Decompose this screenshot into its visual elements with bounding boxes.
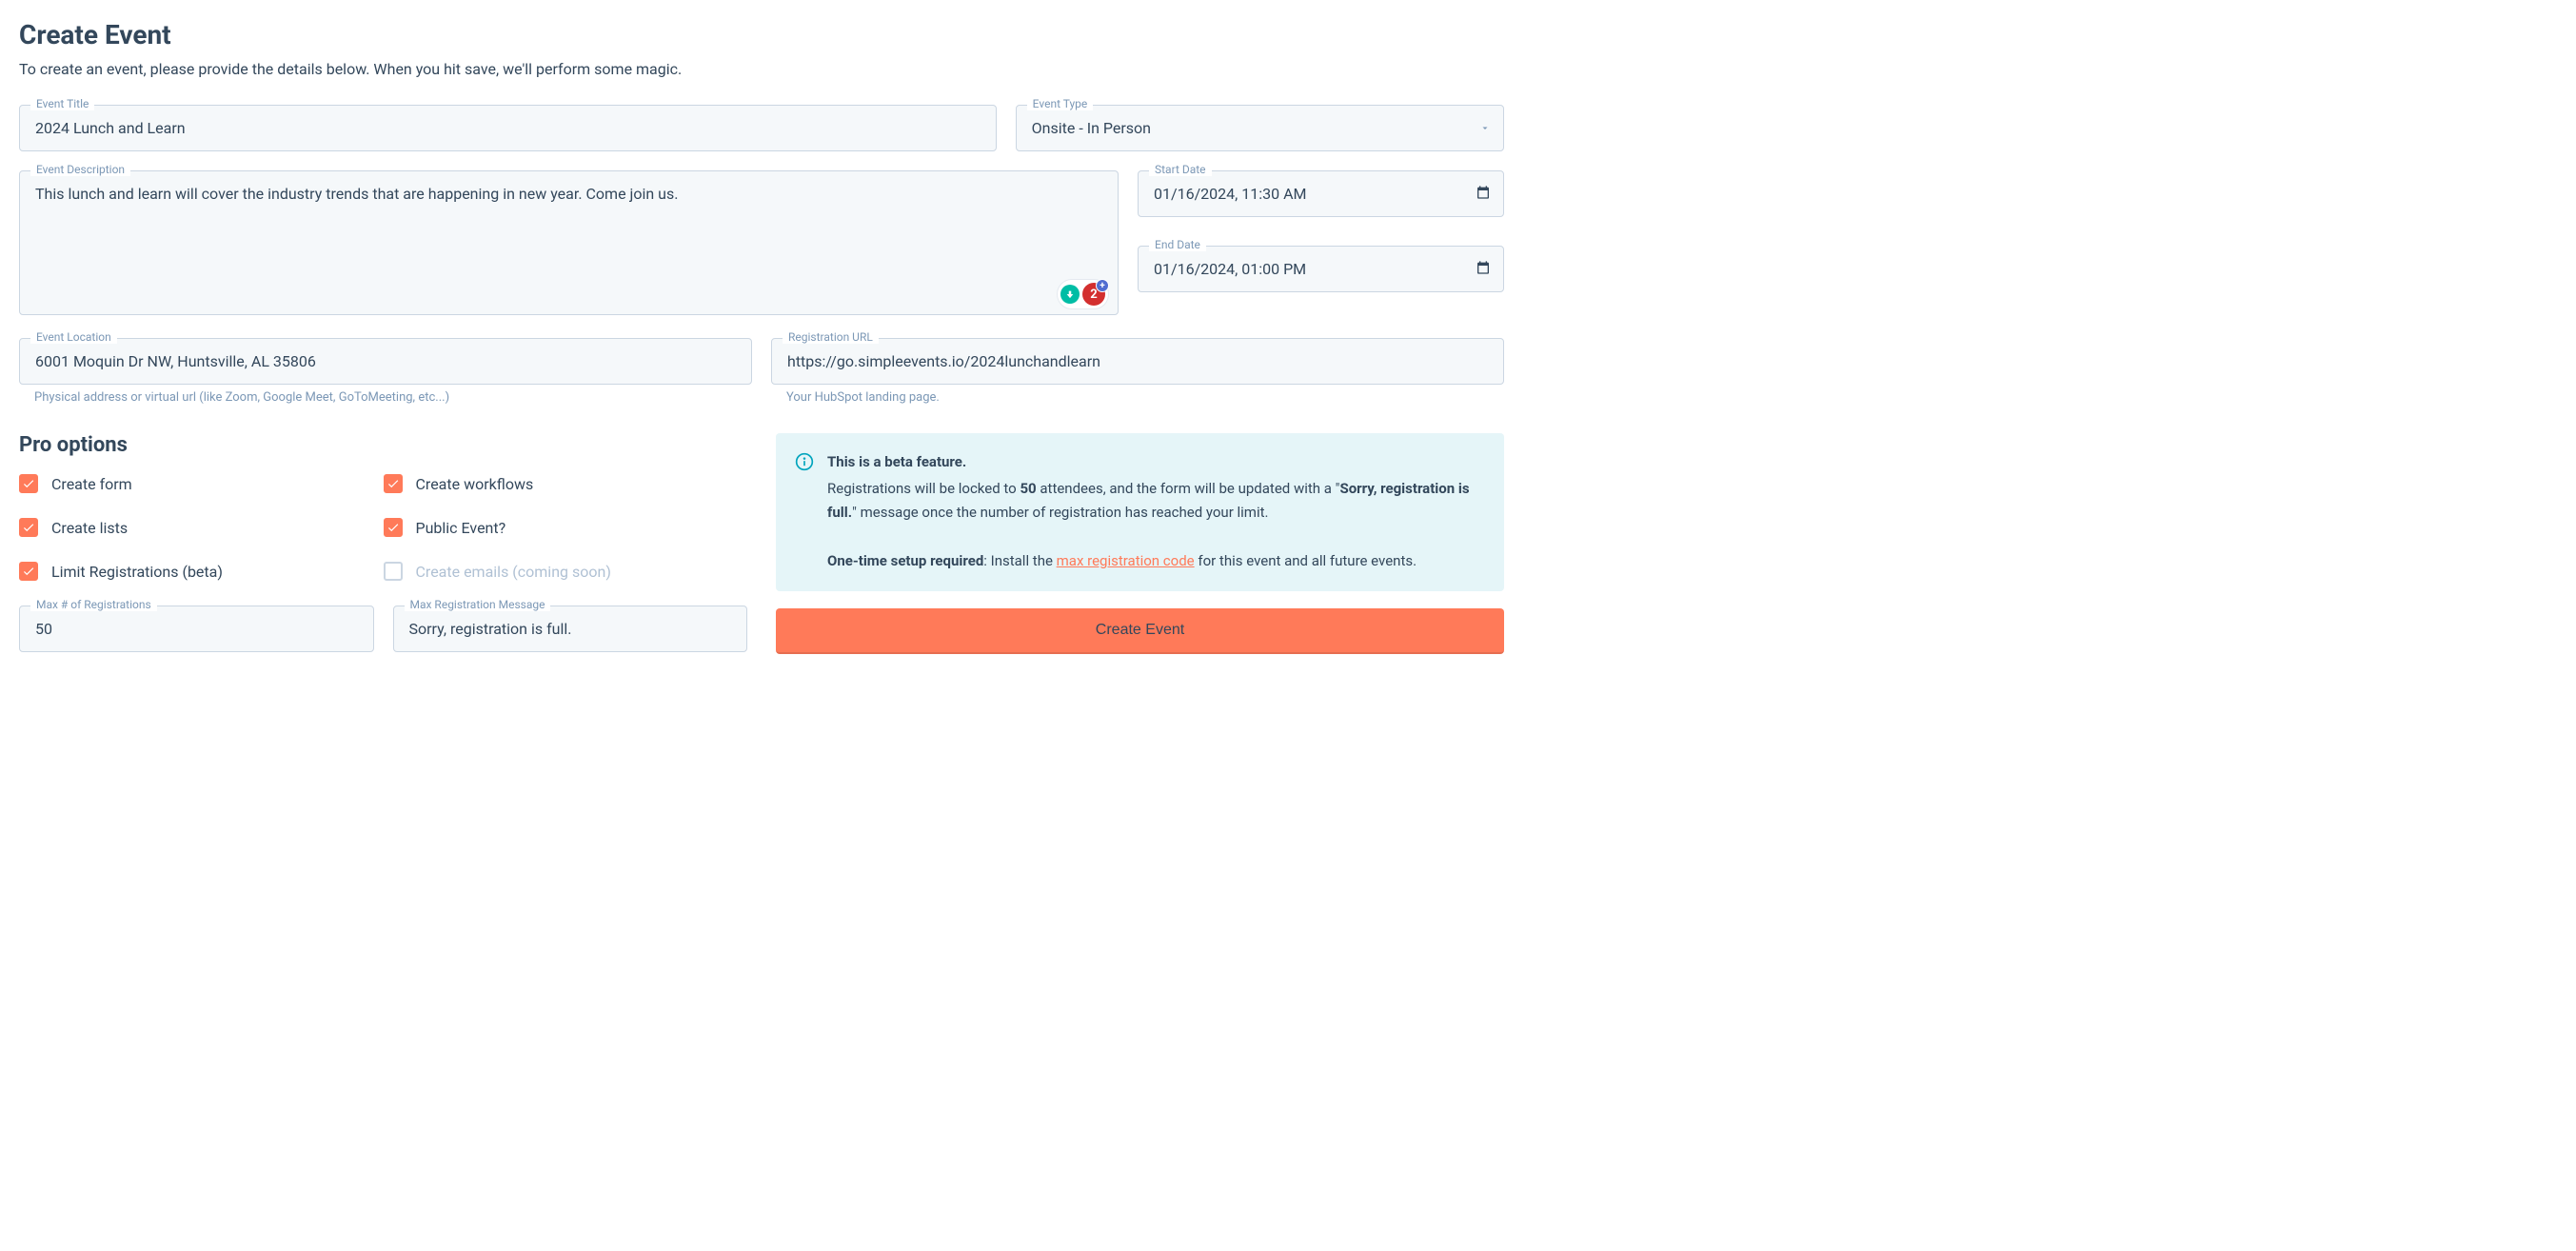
limit-registrations-label: Limit Registrations (beta): [51, 563, 223, 581]
create-lists-label: Create lists: [51, 519, 128, 537]
info-line-1: Registrations will be locked to 50 atten…: [827, 477, 1485, 526]
event-type-label: Event Type: [1027, 97, 1094, 110]
pro-options-title: Pro options: [19, 433, 747, 457]
event-description-label: Event Description: [30, 163, 130, 176]
beta-info-box: This is a beta feature. Registrations wi…: [776, 433, 1504, 591]
create-emails-checkbox: [384, 562, 403, 581]
max-registrations-input[interactable]: [19, 606, 374, 652]
end-date-label: End Date: [1149, 238, 1206, 251]
event-type-select[interactable]: Onsite - In Person: [1016, 105, 1504, 151]
start-date-input[interactable]: [1138, 170, 1504, 217]
event-type-value: Onsite - In Person: [1032, 119, 1151, 137]
info-icon: [795, 452, 814, 574]
registration-url-label: Registration URL: [783, 330, 879, 344]
max-reg-message-input[interactable]: [393, 606, 748, 652]
registration-url-input[interactable]: [771, 338, 1504, 385]
info-content: This is a beta feature. Registrations wi…: [827, 450, 1485, 574]
checkmark-icon: [386, 477, 400, 490]
checkmark-icon: [22, 521, 35, 534]
create-form-checkbox[interactable]: [19, 474, 38, 493]
max-reg-message-label: Max Registration Message: [405, 598, 551, 611]
checkmark-icon: [22, 477, 35, 490]
event-location-input[interactable]: [19, 338, 752, 385]
event-location-helper: Physical address or virtual url (like Zo…: [34, 390, 752, 405]
registration-url-helper: Your HubSpot landing page.: [786, 390, 1504, 405]
checkmark-icon: [22, 565, 35, 578]
grammar-badge-container[interactable]: 2 +: [1057, 279, 1109, 309]
create-lists-checkbox[interactable]: [19, 518, 38, 537]
info-title: This is a beta feature.: [827, 450, 1485, 475]
limit-registrations-checkbox[interactable]: [19, 562, 38, 581]
event-title-input[interactable]: [19, 105, 997, 151]
max-registrations-label: Max # of Registrations: [30, 598, 157, 611]
event-title-label: Event Title: [30, 97, 94, 110]
grammar-ok-icon: [1060, 285, 1080, 304]
create-workflows-label: Create workflows: [416, 475, 534, 493]
start-date-label: Start Date: [1149, 163, 1212, 176]
create-event-button[interactable]: Create Event: [776, 608, 1504, 654]
create-workflows-checkbox[interactable]: [384, 474, 403, 493]
create-event-form: Create Event To create an event, please …: [19, 19, 1504, 654]
create-form-label: Create form: [51, 475, 132, 493]
public-event-label: Public Event?: [416, 519, 506, 537]
info-line-2: One-time setup required: Install the max…: [827, 549, 1485, 574]
page-subtitle: To create an event, please provide the d…: [19, 60, 1504, 78]
public-event-checkbox[interactable]: [384, 518, 403, 537]
page-title: Create Event: [19, 19, 1504, 50]
max-registration-code-link[interactable]: max registration code: [1057, 552, 1195, 569]
checkmark-icon: [386, 521, 400, 534]
plus-icon: +: [1096, 279, 1109, 292]
create-emails-label: Create emails (coming soon): [416, 563, 611, 581]
end-date-input[interactable]: [1138, 246, 1504, 292]
event-location-label: Event Location: [30, 330, 117, 344]
grammar-error-badge: 2 +: [1082, 283, 1105, 306]
event-description-input[interactable]: [19, 170, 1119, 315]
